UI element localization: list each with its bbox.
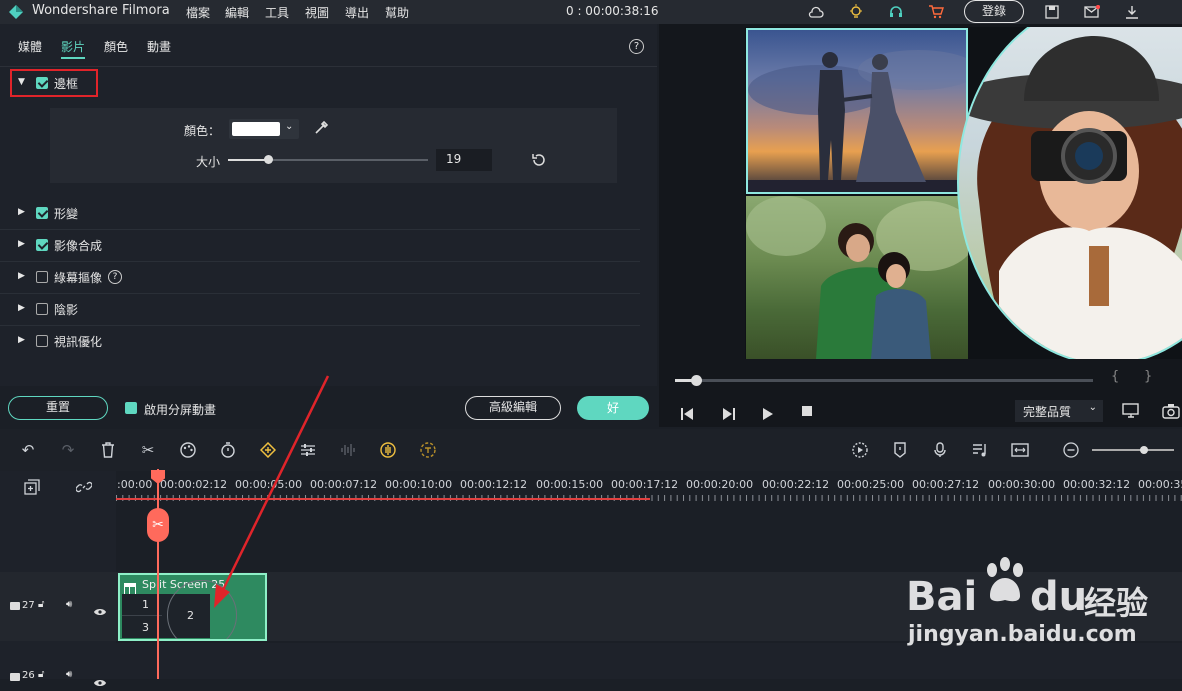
watermark-cn: 经验 bbox=[1084, 584, 1149, 622]
baidu-watermark: Bai du 经验 jingyan.baidu.com bbox=[906, 556, 1176, 656]
watermark-url: jingyan.baidu.com bbox=[908, 622, 1137, 647]
watermark-brand-2: du bbox=[1030, 574, 1088, 620]
watermark-brand: Bai bbox=[906, 574, 978, 620]
baidu-paw-icon bbox=[980, 556, 1030, 606]
